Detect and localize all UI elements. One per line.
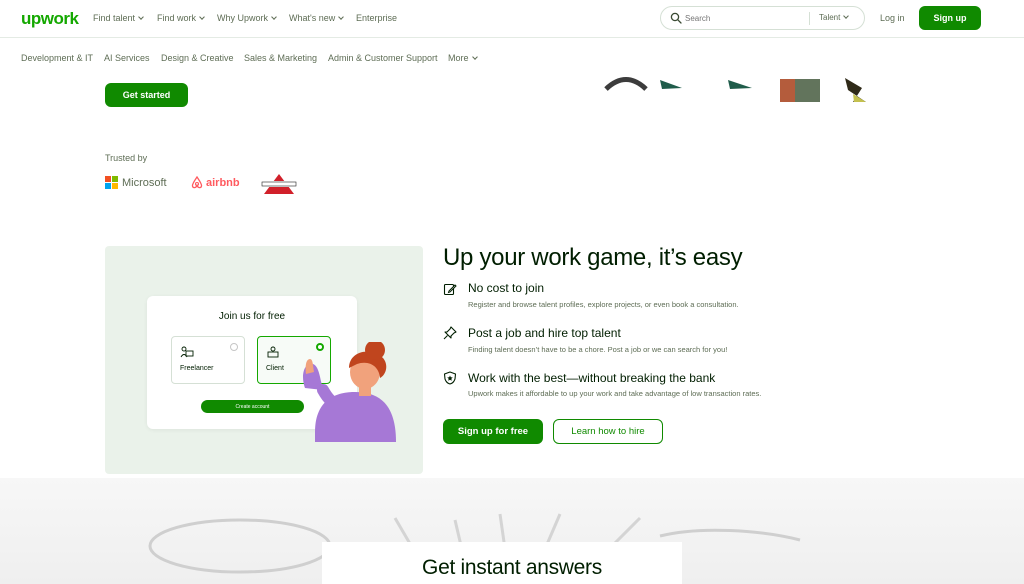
role-label-freelancer: Freelancer (180, 365, 214, 372)
pin-icon (443, 326, 457, 340)
features-headline: Up your work game, it’s easy (443, 244, 743, 271)
category-design-creative[interactable]: Design & Creative (161, 53, 234, 63)
search-box[interactable]: Talent (660, 6, 865, 30)
join-card-title: Join us for free (218, 311, 286, 322)
airbnb-belo-icon (191, 176, 203, 189)
category-bar: Development & IT AI Services Design & Cr… (0, 38, 1024, 78)
search-divider (809, 12, 810, 25)
feature-desc-post-job: Finding talent doesn’t have to be a chor… (468, 345, 728, 354)
freelancer-icon (180, 346, 194, 358)
chevron-down-icon (199, 14, 205, 20)
signup-button[interactable]: Sign up (919, 6, 981, 30)
login-link[interactable]: Log in (880, 13, 905, 23)
role-option-freelancer[interactable]: Freelancer (171, 336, 245, 384)
search-icon (670, 12, 682, 24)
hero-decorative-shapes (604, 77, 866, 102)
nav-whats-new[interactable]: What's new (289, 13, 345, 23)
chevron-down-icon (471, 54, 478, 60)
microsoft-logo-text: Microsoft (122, 176, 167, 189)
microsoft-logo: Microsoft (105, 176, 167, 189)
get-instant-answers-heading: Get instant answers (422, 556, 602, 579)
nav-find-work[interactable]: Find work (157, 13, 205, 23)
client-icon (267, 346, 279, 358)
feature-desc-work-best: Upwork makes it affordable to up your wo… (468, 389, 762, 398)
chevron-down-icon (271, 14, 277, 20)
feature-title-post-job: Post a job and hire top talent (468, 326, 621, 340)
search-type-dropdown[interactable]: Talent (819, 13, 850, 22)
search-type-label: Talent (819, 13, 841, 22)
top-navigation: upwork Find talent Find work Why Upwork … (0, 0, 1024, 38)
nav-find-talent[interactable]: Find talent (93, 13, 144, 23)
feature-title-work-best: Work with the best—without breaking the … (468, 371, 716, 385)
nav-enterprise[interactable]: Enterprise (356, 13, 397, 23)
feature-desc-no-cost: Register and browse talent profiles, exp… (468, 300, 739, 309)
nav-find-talent-label: Find talent (93, 13, 136, 23)
category-more-label: More (448, 53, 469, 63)
nav-find-work-label: Find work (157, 13, 197, 23)
microsoft-squares-icon (105, 176, 118, 189)
create-account-button[interactable]: Create account (201, 400, 304, 413)
chevron-down-icon (138, 14, 144, 20)
feature-title-no-cost: No cost to join (468, 281, 545, 295)
bissell-logo (261, 174, 297, 194)
trusted-by-label: Trusted by (105, 153, 148, 163)
search-input[interactable] (685, 11, 805, 25)
signup-for-free-button[interactable]: Sign up for free (443, 419, 543, 444)
category-admin-support[interactable]: Admin & Customer Support (328, 53, 438, 63)
nav-enterprise-label: Enterprise (356, 13, 398, 23)
nav-why-upwork[interactable]: Why Upwork (217, 13, 277, 23)
radio-freelancer[interactable] (230, 343, 238, 351)
edit-icon (443, 283, 457, 296)
airbnb-logo-text: airbnb (206, 176, 240, 189)
category-development-it[interactable]: Development & IT (21, 53, 93, 63)
airbnb-logo: airbnb (191, 176, 240, 189)
nav-why-upwork-label: Why Upwork (217, 13, 269, 23)
category-more[interactable]: More (448, 53, 478, 63)
person-illustration (302, 342, 396, 442)
upwork-logo[interactable]: upwork (21, 9, 79, 29)
role-label-client: Client (266, 365, 284, 372)
shield-icon (443, 371, 457, 385)
nav-whats-new-label: What's new (289, 13, 336, 23)
learn-how-to-hire-button[interactable]: Learn how to hire (553, 419, 663, 444)
chevron-down-icon (843, 13, 850, 19)
category-sales-marketing[interactable]: Sales & Marketing (244, 53, 317, 63)
chevron-down-icon (338, 14, 345, 20)
get-started-button[interactable]: Get started (105, 83, 188, 107)
join-illustration: Join us for free Freelancer Client Creat… (105, 246, 423, 474)
category-ai-services[interactable]: AI Services (104, 53, 150, 63)
